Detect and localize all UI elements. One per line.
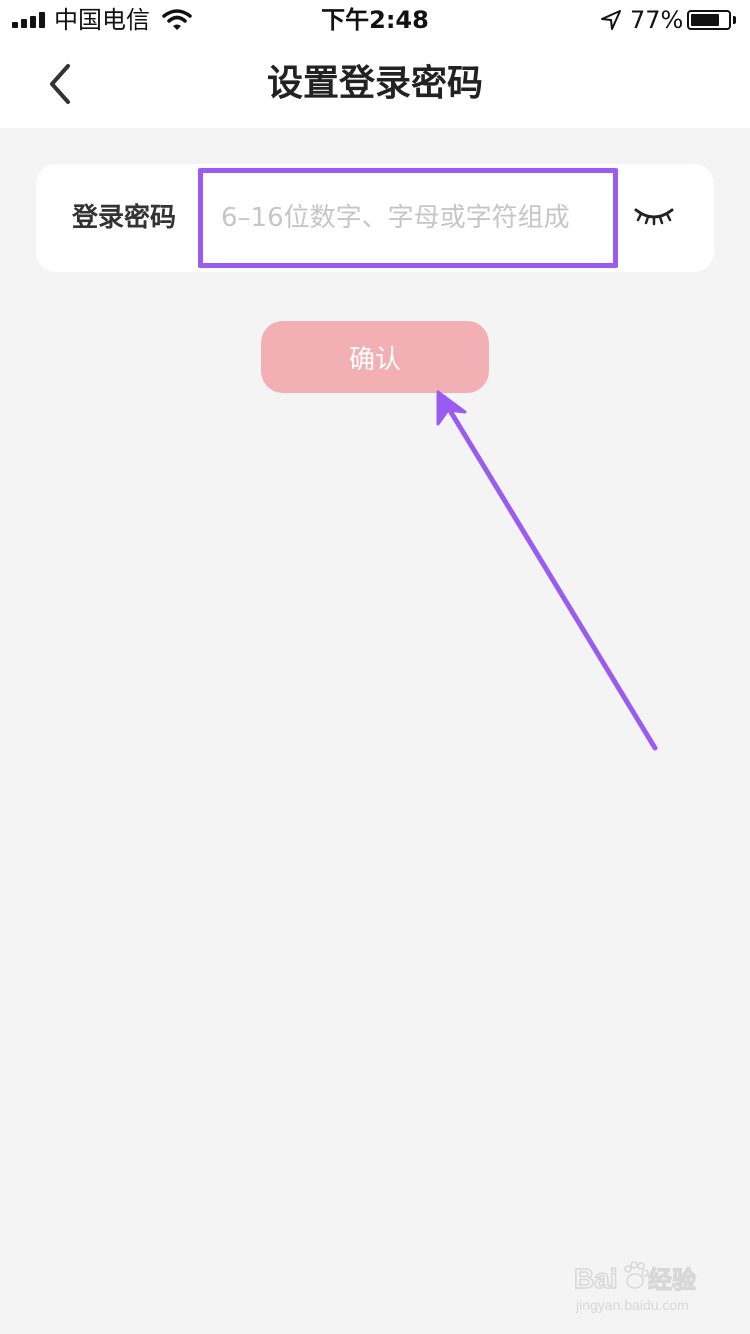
confirm-button[interactable]: 确认 xyxy=(261,321,489,393)
nav-bar: 设置登录密码 xyxy=(0,40,750,128)
password-card: 登录密码 xyxy=(36,164,714,272)
svg-text:经验: 经验 xyxy=(648,1266,696,1294)
password-visibility-toggle[interactable] xyxy=(632,202,676,232)
eye-closed-icon xyxy=(634,208,674,226)
battery-icon xyxy=(687,10,731,30)
battery-level xyxy=(691,14,719,26)
status-bar: 中国电信 下午2:48 77% xyxy=(0,0,750,40)
svg-text:jingyan.baidu.com: jingyan.baidu.com xyxy=(575,1297,689,1313)
page-title: 设置登录密码 xyxy=(266,63,483,104)
password-label: 登录密码 xyxy=(72,203,177,233)
baidu-watermark-logo: Bai 经验 jingyan.baidu.com xyxy=(573,1261,697,1313)
battery-percent: 77% xyxy=(630,6,684,34)
location-arrow-icon xyxy=(601,10,621,30)
password-input[interactable] xyxy=(198,168,618,268)
svg-text:Bai: Bai xyxy=(574,1263,618,1294)
battery-cap xyxy=(733,16,736,24)
